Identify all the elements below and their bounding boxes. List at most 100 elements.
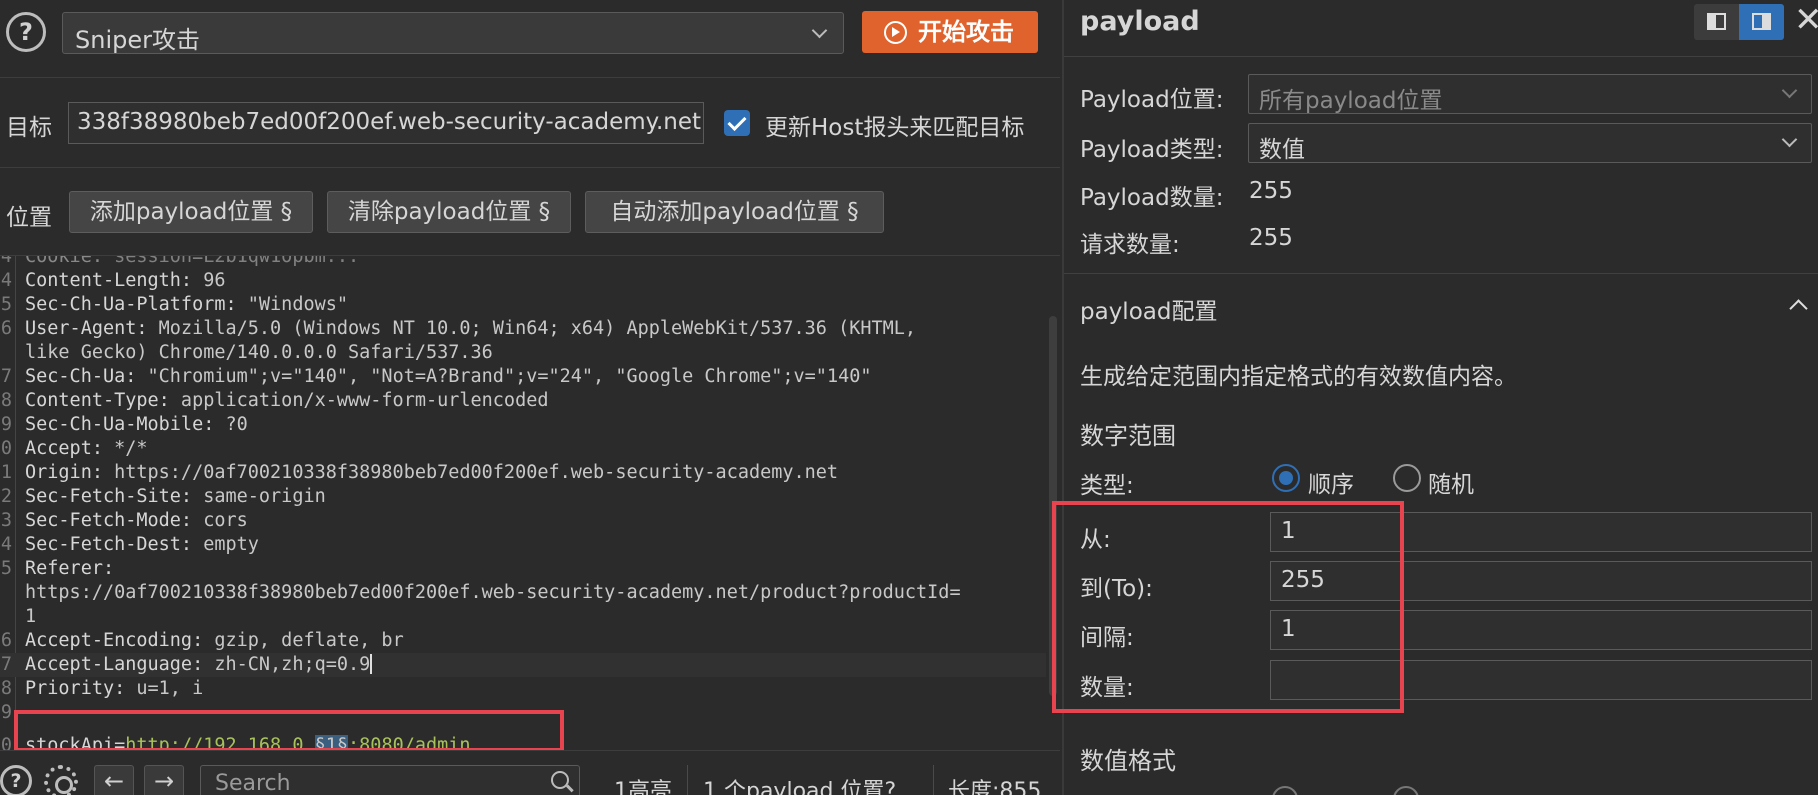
layout-left-icon bbox=[1707, 13, 1726, 30]
search-placeholder: Search bbox=[215, 771, 291, 795]
line-number: 7 bbox=[0, 654, 12, 675]
line-text: Content-Length: 96 bbox=[25, 269, 226, 293]
close-icon[interactable]: ✕ bbox=[1794, 2, 1818, 38]
header-name: Cookie: bbox=[25, 256, 103, 267]
gear-icon[interactable] bbox=[44, 765, 78, 795]
header-value: zh-CN,zh;q=0.9 bbox=[203, 654, 371, 675]
radio-sequential-label[interactable]: 顺序 bbox=[1308, 465, 1354, 499]
chevron-down-icon bbox=[1781, 131, 1798, 148]
header-value: https://0af700210338f38980beb7ed00f200ef… bbox=[25, 582, 961, 603]
line-text: Accept: */* bbox=[25, 437, 148, 461]
header-name: Sec-Fetch-Site: bbox=[25, 486, 193, 507]
header-name: Content-Type: bbox=[25, 390, 170, 411]
header-name: Accept-Language: bbox=[25, 654, 204, 675]
payload-type-value: 数值 bbox=[1259, 137, 1305, 163]
line-number: 1 bbox=[0, 462, 12, 483]
line-number: 3 bbox=[0, 510, 12, 531]
header-name: Accept-Encoding: bbox=[25, 630, 204, 651]
request-line: 4 Content-Length: 96 bbox=[0, 269, 1046, 293]
divider bbox=[933, 765, 934, 795]
request-length: 长度:855 bbox=[948, 779, 1042, 795]
line-number: 9 bbox=[0, 702, 12, 723]
line-text: Accept-Encoding: gzip, deflate, br bbox=[25, 629, 404, 653]
request-line: 7 Sec-Ch-Ua: "Chromium";v="140", "Not=A?B… bbox=[0, 365, 1046, 389]
line-number: 5 bbox=[0, 294, 12, 315]
line-text: Sec-Ch-Ua: "Chromium";v="140", "Not=A?Br… bbox=[25, 365, 872, 389]
header-value: */* bbox=[102, 438, 148, 459]
attack-type-select[interactable]: Sniper攻击 bbox=[62, 12, 844, 54]
radio-sequential[interactable] bbox=[1272, 464, 1300, 492]
target-input[interactable]: 338f38980beb7ed00f200ef.web-security-aca… bbox=[68, 102, 704, 144]
help-icon[interactable]: ? bbox=[0, 765, 32, 795]
auto-add-payload-position-button[interactable]: 自动添加payload位置 § bbox=[585, 191, 884, 233]
line-number: 2 bbox=[0, 486, 12, 507]
back-button[interactable]: ← bbox=[94, 765, 134, 795]
header-name: Referer: bbox=[25, 558, 115, 579]
header-name: User-Agent: bbox=[25, 318, 148, 339]
payload-position-count: 1 个payload 位置? bbox=[703, 779, 897, 795]
line-text: https://0af700210338f38980beb7ed00f200ef… bbox=[25, 581, 961, 605]
header-value: ?0 bbox=[214, 414, 248, 435]
header-value: cors bbox=[192, 510, 248, 531]
divider bbox=[687, 765, 688, 795]
line-number: 0 bbox=[0, 735, 12, 750]
line-text: Accept-Language: zh-CN,zh;q=0.9 bbox=[25, 653, 373, 677]
layout-right-button[interactable] bbox=[1739, 4, 1784, 40]
attack-configuration-pane: ? Sniper攻击 开始攻击 目标 338f38980beb7ed00f200… bbox=[0, 0, 1060, 795]
request-line: 5 Referer: bbox=[0, 557, 1046, 581]
line-number: 0 bbox=[0, 438, 12, 459]
header-value: same-origin bbox=[192, 486, 326, 507]
line-number: 6 bbox=[0, 318, 12, 339]
line-text: Sec-Fetch-Mode: cors bbox=[25, 509, 248, 533]
request-editor[interactable]: 4 Cookie: session=L2b1qw1opbm... 4 Content-… bbox=[0, 256, 1046, 750]
request-line: 5 Sec-Ch-Ua-Platform: "Windows" bbox=[0, 293, 1046, 317]
radio-random[interactable] bbox=[1393, 464, 1421, 492]
search-icon[interactable] bbox=[551, 771, 569, 789]
header-value: session=L2b1qw1opbm... bbox=[102, 256, 360, 267]
attack-toolbar: ? Sniper攻击 开始攻击 bbox=[0, 0, 1060, 78]
search-input[interactable]: Search bbox=[200, 765, 580, 795]
update-host-checkbox[interactable] bbox=[724, 110, 750, 136]
header-value: like Gecko) Chrome/140.0.0.0 Safari/537.… bbox=[25, 342, 493, 363]
chevron-up-icon[interactable] bbox=[1789, 299, 1808, 318]
line-text: Sec-Ch-Ua-Mobile: ?0 bbox=[25, 413, 248, 437]
line-text: Priority: u=1, i bbox=[25, 677, 203, 701]
request-count-value: 255 bbox=[1249, 225, 1293, 251]
payload-type-label: Payload类型: bbox=[1080, 137, 1224, 163]
request-line: https://0af700210338f38980beb7ed00f200ef… bbox=[0, 581, 1046, 605]
header-name: Content-Length: bbox=[25, 270, 193, 291]
clear-payload-position-button[interactable]: 清除payload位置 § bbox=[327, 191, 571, 233]
header-value: Mozilla/5.0 (Windows NT 10.0; Win64; x64… bbox=[147, 318, 917, 339]
start-attack-button[interactable]: 开始攻击 bbox=[862, 11, 1038, 53]
header-value: https://0af700210338f38980beb7ed00f200ef… bbox=[102, 462, 839, 483]
header-name: Priority: bbox=[25, 678, 126, 699]
help-icon[interactable]: ? bbox=[6, 12, 46, 52]
request-line: 0 Accept: */* bbox=[0, 437, 1046, 461]
request-line: 3 Sec-Fetch-Mode: cors bbox=[0, 509, 1046, 533]
text-cursor bbox=[370, 654, 373, 674]
request-line: 7 Accept-Language: zh-CN,zh;q=0.9 bbox=[0, 653, 1046, 677]
layout-left-button[interactable] bbox=[1694, 4, 1739, 40]
format-radio[interactable] bbox=[1393, 786, 1419, 795]
payload-type-select[interactable]: 数值 bbox=[1248, 123, 1812, 163]
editor-statusbar: ? ← → Search 1高亮 1 个payload 位置? 长度:855 bbox=[0, 750, 1060, 795]
payload-config-title[interactable]: payload配置 bbox=[1080, 292, 1217, 326]
request-line: like Gecko) Chrome/140.0.0.0 Safari/537.… bbox=[0, 341, 1046, 365]
format-radio[interactable] bbox=[1272, 786, 1298, 795]
forward-button[interactable]: → bbox=[144, 765, 184, 795]
line-number: 8 bbox=[0, 390, 12, 411]
payload-position-select: 所有payload位置 bbox=[1248, 74, 1812, 114]
header-name: Sec-Fetch-Mode: bbox=[25, 510, 193, 531]
chevron-down-icon bbox=[811, 22, 828, 39]
panel-title: payload bbox=[1080, 6, 1200, 37]
add-payload-position-button[interactable]: 添加payload位置 § bbox=[69, 191, 313, 233]
request-line: 4 Sec-Fetch-Dest: empty bbox=[0, 533, 1046, 557]
divider bbox=[1064, 56, 1818, 57]
line-text: Origin: https://0af700210338f38980beb7ed… bbox=[25, 461, 838, 485]
highlight-box-stockapi bbox=[14, 710, 564, 752]
line-text: Referer: bbox=[25, 557, 114, 581]
request-line: 8 Content-Type: application/x-www-form-ur… bbox=[0, 389, 1046, 413]
line-text: Sec-Ch-Ua-Platform: "Windows" bbox=[25, 293, 348, 317]
line-text: Sec-Fetch-Dest: empty bbox=[25, 533, 259, 557]
radio-random-label[interactable]: 随机 bbox=[1428, 465, 1474, 499]
